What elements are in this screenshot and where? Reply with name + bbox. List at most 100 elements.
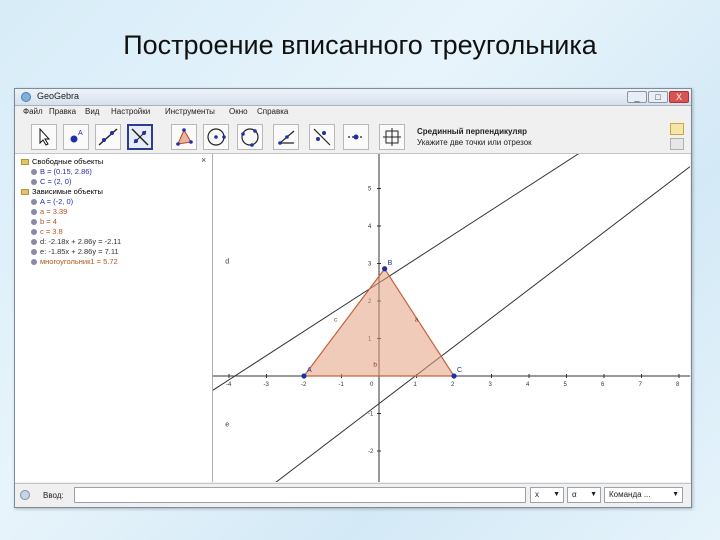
algebra-text: A = (-2, 0) bbox=[40, 197, 74, 206]
slider-icon bbox=[348, 134, 364, 140]
active-tool-hint: Укажите две точки или отрезок bbox=[417, 138, 532, 147]
geogebra-window: GeoGebra _ □ X Файл Правка Вид Настройки… bbox=[14, 88, 692, 508]
algebra-row-c[interactable]: c = 3.8 bbox=[31, 228, 63, 236]
angle-tool-button[interactable] bbox=[273, 124, 299, 150]
greek-dropdown[interactable]: α ▼ bbox=[567, 487, 601, 503]
x-tick-label: 4 bbox=[526, 382, 530, 388]
line-icon bbox=[98, 128, 118, 146]
point-tool-button[interactable]: A bbox=[63, 124, 89, 150]
circle-three-points-icon bbox=[241, 128, 259, 147]
side-label-a: a bbox=[415, 317, 419, 324]
algebra-text: многоугольник1 = 5.72 bbox=[40, 257, 118, 266]
algebra-row-A[interactable]: A = (-2, 0) bbox=[31, 198, 73, 206]
point-B bbox=[382, 266, 388, 272]
menu-file[interactable]: Файл bbox=[23, 107, 43, 116]
x-tick-label: 7 bbox=[639, 382, 643, 388]
algebra-text: c = 3.8 bbox=[40, 227, 63, 236]
line-d-label: d bbox=[225, 259, 229, 266]
algebra-text: b = 4 bbox=[40, 217, 57, 226]
x-tick-label: 3 bbox=[489, 382, 493, 388]
y-tick-label: -2 bbox=[368, 449, 374, 455]
visibility-dot-icon[interactable] bbox=[31, 249, 37, 255]
algebra-row-a[interactable]: a = 3.39 bbox=[31, 208, 67, 216]
symbol-dropdown-value: x bbox=[535, 490, 539, 499]
menu-bar: Файл Правка Вид Настройки Инструменты Ок… bbox=[15, 106, 691, 118]
line-d bbox=[275, 166, 690, 482]
x-tick-label: -3 bbox=[264, 382, 270, 388]
command-dropdown-value: Команда ... bbox=[609, 490, 651, 499]
window-titlebar[interactable]: GeoGebra _ □ X bbox=[15, 89, 691, 106]
algebra-row-e[interactable]: e: -1.85x + 2.86y = 7.11 bbox=[31, 248, 119, 256]
y-tick-label: -1 bbox=[368, 412, 374, 418]
algebra-row-d[interactable]: d: -2.18x + 2.86y = -2.11 bbox=[31, 238, 121, 246]
visibility-dot-icon[interactable] bbox=[31, 239, 37, 245]
y-tick-label: 3 bbox=[368, 262, 372, 268]
undo-icon[interactable] bbox=[670, 123, 684, 135]
graphics-view[interactable]: -4-3-2-1012345678654321-1-2-3deabcABC bbox=[213, 154, 690, 482]
command-dropdown[interactable]: Команда ... ▼ bbox=[604, 487, 683, 503]
polygon-tool-button[interactable] bbox=[171, 124, 197, 150]
slider-tool-button[interactable] bbox=[343, 124, 369, 150]
algebra-row-b[interactable]: b = 4 bbox=[31, 218, 57, 226]
symbol-dropdown[interactable]: x ▼ bbox=[530, 487, 564, 503]
visibility-dot-icon[interactable] bbox=[31, 169, 37, 175]
x-tick-label: 1 bbox=[414, 382, 418, 388]
menu-view[interactable]: Вид bbox=[85, 107, 99, 116]
reflect-icon bbox=[313, 128, 331, 146]
x-tick-label: 6 bbox=[601, 382, 605, 388]
dependent-objects-folder[interactable]: Зависимые объекты bbox=[21, 188, 103, 196]
point-label-B: B bbox=[388, 260, 393, 267]
algebra-text: B = (0.15, 2.86) bbox=[40, 167, 92, 176]
redo-icon[interactable] bbox=[670, 138, 684, 150]
slide-title: Построение вписанного треугольника bbox=[123, 30, 597, 60]
menu-settings[interactable]: Настройки bbox=[111, 107, 150, 116]
graphics-canvas[interactable]: -4-3-2-1012345678654321-1-2-3deabcABC bbox=[213, 154, 690, 482]
chevron-down-icon: ▼ bbox=[672, 491, 679, 498]
reflect-tool-button[interactable] bbox=[309, 124, 335, 150]
minimize-button[interactable]: _ bbox=[627, 91, 647, 103]
free-objects-folder[interactable]: Свободные объекты bbox=[21, 158, 103, 166]
close-button[interactable]: X bbox=[669, 91, 689, 103]
point-icon: A bbox=[70, 130, 83, 143]
greek-dropdown-value: α bbox=[572, 490, 577, 499]
menu-window[interactable]: Окно bbox=[229, 107, 248, 116]
point-label-C: C bbox=[457, 367, 462, 374]
triangle-polygon bbox=[302, 267, 456, 377]
algebra-row-polygon[interactable]: многоугольник1 = 5.72 bbox=[31, 258, 118, 266]
x-tick-label: -4 bbox=[226, 382, 232, 388]
algebra-view: × Свободные объекты B = (0.15, 2.86) C =… bbox=[15, 154, 213, 482]
visibility-dot-icon[interactable] bbox=[31, 219, 37, 225]
view-tool-button[interactable] bbox=[379, 124, 405, 150]
y-tick-label: 4 bbox=[368, 224, 372, 230]
visibility-dot-icon[interactable] bbox=[31, 209, 37, 215]
visibility-dot-icon[interactable] bbox=[31, 229, 37, 235]
move-view-icon bbox=[383, 128, 401, 146]
dependent-objects-label: Зависимые объекты bbox=[32, 187, 103, 196]
visibility-dot-icon[interactable] bbox=[31, 199, 37, 205]
algebra-row-B[interactable]: B = (0.15, 2.86) bbox=[31, 168, 92, 176]
active-tool-title: Срединный перпендикуляр bbox=[417, 127, 528, 136]
circle-tool-button[interactable] bbox=[203, 124, 229, 150]
input-help-icon[interactable] bbox=[20, 490, 30, 500]
y-tick-label: 6 bbox=[368, 154, 372, 155]
maximize-button[interactable]: □ bbox=[648, 91, 668, 103]
menu-tools[interactable]: Инструменты bbox=[165, 107, 215, 116]
perpendicular-bisector-tool-button[interactable] bbox=[127, 124, 153, 150]
toolbar: A bbox=[15, 119, 691, 154]
input-field[interactable] bbox=[74, 487, 526, 503]
menu-help[interactable]: Справка bbox=[257, 107, 288, 116]
line-e-label: e bbox=[225, 422, 229, 429]
free-objects-label: Свободные объекты bbox=[32, 157, 104, 166]
circle-three-points-tool-button[interactable] bbox=[237, 124, 263, 150]
perpendicular-bisector-icon bbox=[131, 128, 149, 146]
menu-edit[interactable]: Правка bbox=[49, 107, 76, 116]
visibility-dot-icon[interactable] bbox=[31, 259, 37, 265]
algebra-text: d: -2.18x + 2.86y = -2.11 bbox=[40, 237, 122, 246]
window-title: GeoGebra bbox=[37, 91, 80, 101]
move-tool-button[interactable] bbox=[31, 124, 57, 150]
visibility-dot-icon[interactable] bbox=[31, 179, 37, 185]
x-tick-label: -2 bbox=[301, 382, 307, 388]
algebra-row-C[interactable]: C = (2, 0) bbox=[31, 178, 71, 186]
line-tool-button[interactable] bbox=[95, 124, 121, 150]
close-algebra-icon[interactable]: × bbox=[201, 155, 206, 165]
